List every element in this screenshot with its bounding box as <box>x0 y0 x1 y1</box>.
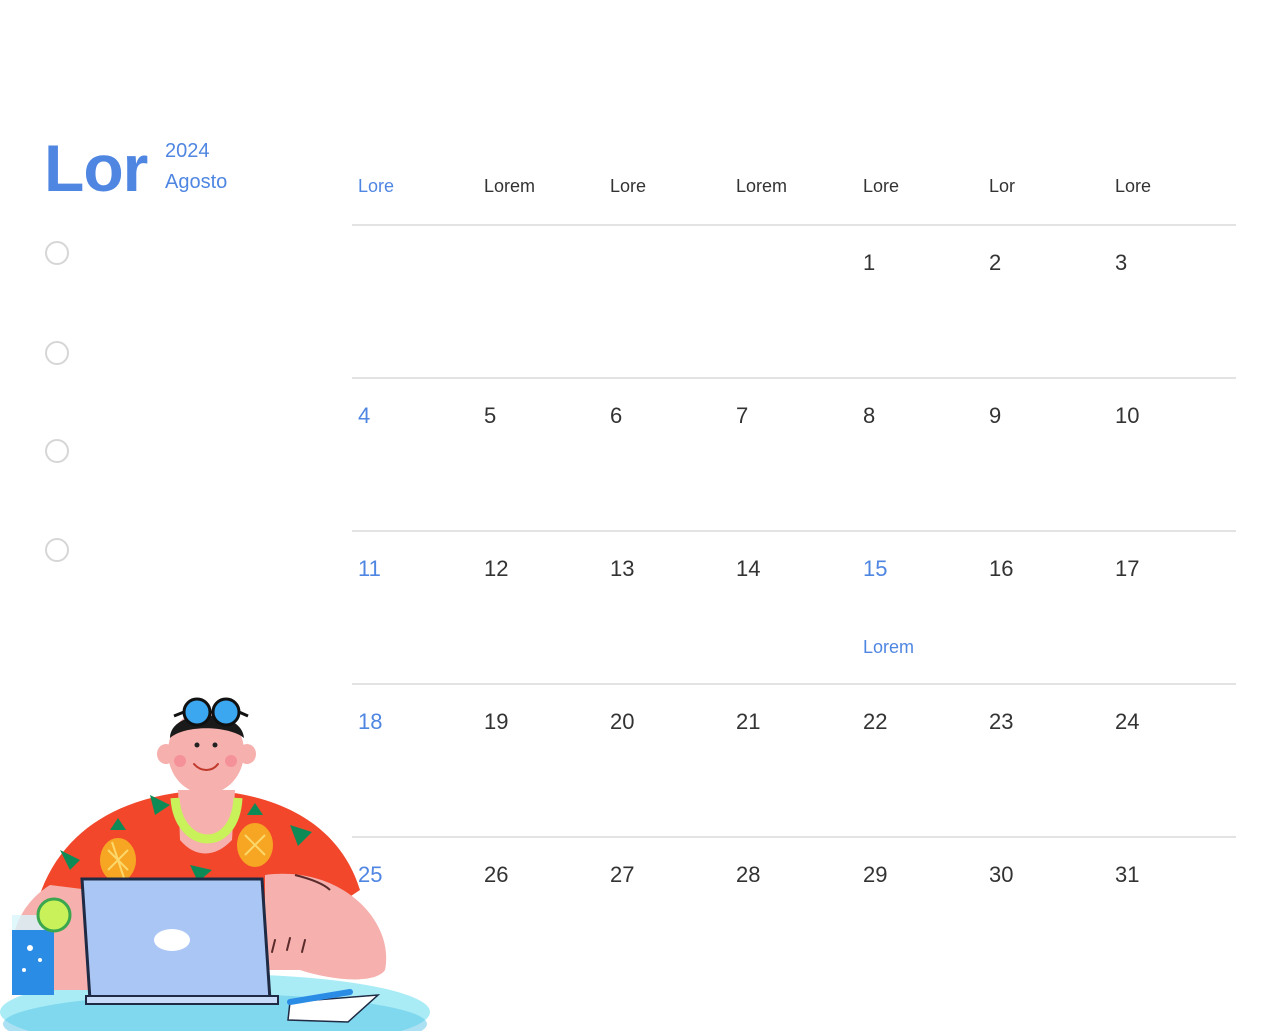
illustration <box>0 697 430 1031</box>
checkbox-2[interactable] <box>45 341 69 365</box>
weekday-label-2: Lorem <box>484 176 536 196</box>
year-label: 2024 <box>165 140 210 162</box>
day-cell-3[interactable]: 3 <box>1115 250 1127 276</box>
day-cell-31[interactable]: 31 <box>1115 862 1139 888</box>
day-cell-28[interactable]: 28 <box>736 862 760 888</box>
day-cell-29[interactable]: 29 <box>863 862 887 888</box>
day-cell-9[interactable]: 9 <box>989 403 1001 429</box>
weekday-label-6: Lor <box>989 176 1016 196</box>
day-cell-15[interactable]: 15 <box>863 556 887 582</box>
day-cell-7[interactable]: 7 <box>736 403 748 429</box>
calendar-grid: Lore Lorem Lore Lorem Lore Lor Lore 1234567891… <box>352 168 1236 989</box>
checkbox-1[interactable] <box>45 241 69 265</box>
weekday-label-3: Lore <box>610 176 647 196</box>
day-cell-23[interactable]: 23 <box>989 709 1013 735</box>
week-row: 11 12 13 14 15 Lorem 16 17 <box>352 532 1236 685</box>
week-row: 1 2 3 <box>352 226 1236 379</box>
day-cell-21[interactable]: 21 <box>736 709 760 735</box>
day-cell-1[interactable]: 1 <box>863 250 875 276</box>
day-cell-19[interactable]: 19 <box>484 709 508 735</box>
day-cell-2[interactable]: 2 <box>989 250 1001 276</box>
day-cell-16[interactable]: 16 <box>989 556 1013 582</box>
week-row: 4 5 6 7 8 9 10 <box>352 379 1236 532</box>
weekday-header-row: Lore Lorem Lore Lorem Lore Lor Lore <box>352 168 1236 226</box>
day-cell-14[interactable]: 14 <box>736 556 760 582</box>
checkbox-4[interactable] <box>45 538 69 562</box>
arm-shape <box>265 873 387 980</box>
weekday-label-7: Lore <box>1115 176 1152 196</box>
day-cell-13[interactable]: 13 <box>610 556 634 582</box>
month-label: Agosto <box>165 171 228 193</box>
page-title: Lor <box>44 131 148 205</box>
weekday-label-4: Lorem <box>736 176 788 196</box>
day-cell-22[interactable]: 22 <box>863 709 887 735</box>
calendar-event[interactable]: Lorem <box>863 636 914 658</box>
weekday-label-5: Lore <box>863 176 900 196</box>
week-row: 18 19 20 21 22 23 24 <box>352 685 1236 838</box>
calendar-weeks: 1 2 3 4 5 6 7 8 9 10 11 12 13 14 15 Lorem 16 17 18 19 20 21 22… <box>352 226 1236 989</box>
day-cell-8[interactable]: 8 <box>863 403 875 429</box>
day-cell-30[interactable]: 30 <box>989 862 1013 888</box>
day-cell-26[interactable]: 26 <box>484 862 508 888</box>
day-cell-4[interactable]: 4 <box>358 403 370 429</box>
day-cell-6[interactable]: 6 <box>610 403 622 429</box>
checkbox-3[interactable] <box>45 439 69 463</box>
day-cell-17[interactable]: 17 <box>1115 556 1139 582</box>
day-cell-5[interactable]: 5 <box>484 403 496 429</box>
day-cell-20[interactable]: 20 <box>610 709 634 735</box>
day-cell-12[interactable]: 12 <box>484 556 508 582</box>
day-cell-11[interactable]: 11 <box>358 556 381 582</box>
day-cell-27[interactable]: 27 <box>610 862 634 888</box>
calendar-page: Lor 2024 Agosto Lore Lorem Lore Lorem Lore Lo… <box>0 0 1280 1031</box>
laptop-icon <box>80 877 279 1005</box>
day-cell-10[interactable]: 10 <box>1115 403 1139 429</box>
week-row: 25 26 27 28 29 30 31 <box>352 838 1236 989</box>
weekday-label-1: Lore <box>358 176 395 196</box>
day-cell-24[interactable]: 24 <box>1115 709 1139 735</box>
